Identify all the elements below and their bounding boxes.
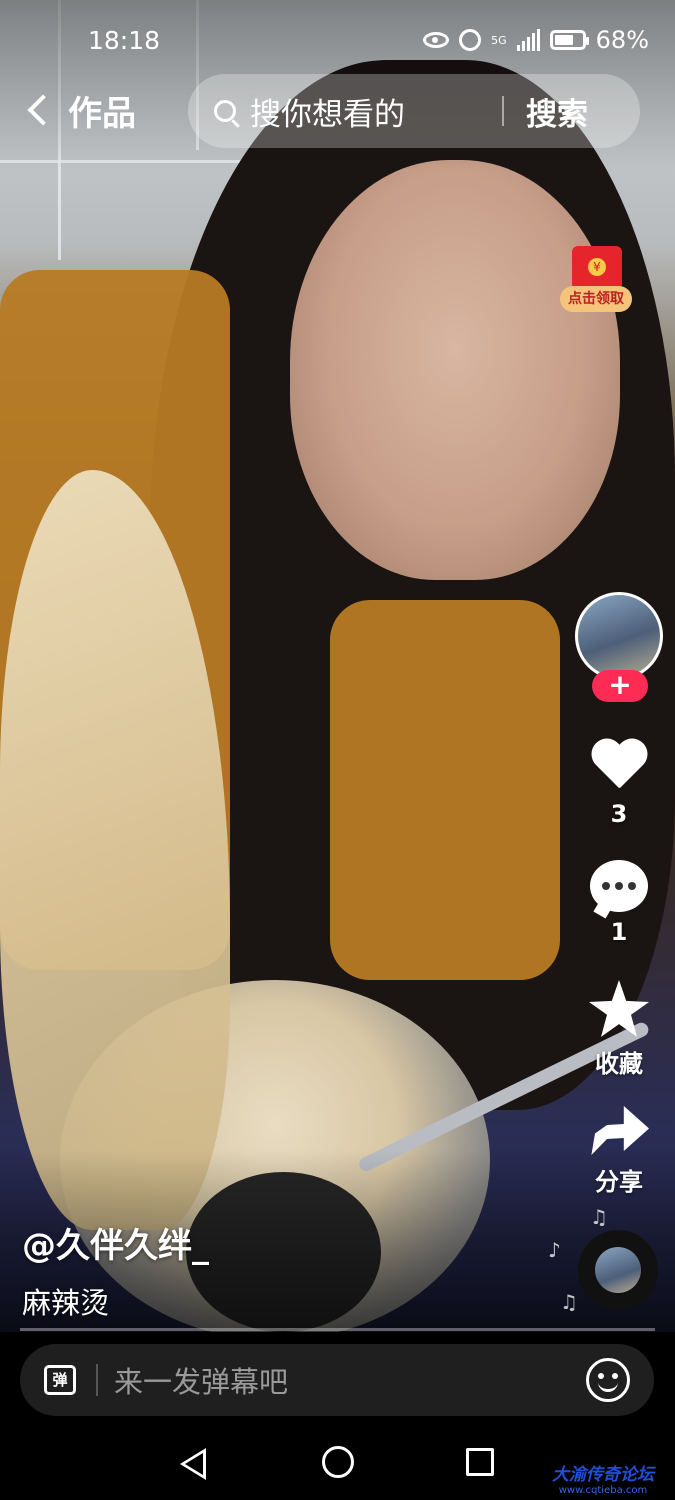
battery-percent: 68%	[595, 26, 649, 54]
signal-icon	[516, 29, 540, 51]
like-count: 3	[610, 800, 628, 828]
author-name[interactable]: @久伴久绊_	[22, 1218, 209, 1267]
follow-button[interactable]: +	[592, 670, 648, 702]
status-bar: 18:18 5G 68%	[0, 0, 675, 80]
red-envelope-button[interactable]: ¥ 点击领取	[560, 246, 632, 316]
nav-back-icon[interactable]	[180, 1448, 206, 1480]
danmaku-toggle-icon[interactable]: 弹	[44, 1365, 76, 1395]
search-input[interactable]: 搜你想看的	[250, 89, 500, 134]
face	[290, 160, 620, 580]
watermark-title: 大渝传奇论坛	[552, 1465, 654, 1485]
nav-recents-icon[interactable]	[466, 1448, 494, 1476]
chevron-left-icon	[27, 94, 59, 126]
music-note-icon: ♪	[548, 1238, 561, 1262]
music-note-icon: ♫	[590, 1205, 608, 1229]
comment-icon	[590, 860, 648, 912]
favorite-button[interactable]: 收藏	[570, 980, 668, 1079]
emoji-icon[interactable]	[586, 1358, 630, 1402]
avatar[interactable]	[575, 592, 663, 680]
video-description: 麻辣烫	[22, 1286, 110, 1320]
back-label: 作品	[68, 93, 136, 134]
music-cover	[595, 1247, 641, 1293]
alarm-icon	[459, 29, 482, 51]
sweater	[330, 600, 560, 980]
battery-icon	[549, 30, 589, 50]
watermark-url: www.cqtieba.com	[558, 1485, 648, 1496]
search-divider	[502, 96, 504, 126]
nav-home-icon[interactable]	[322, 1446, 354, 1478]
share-icon	[591, 1106, 649, 1155]
claim-label: 点击领取	[560, 286, 632, 312]
back-button[interactable]: 作品	[22, 82, 136, 138]
favorite-label: 收藏	[595, 1050, 643, 1078]
coin-icon: ¥	[588, 258, 606, 276]
comment-count: 1	[610, 918, 628, 946]
share-label: 分享	[595, 1168, 643, 1196]
status-time: 18:18	[88, 26, 161, 55]
watermark: 大渝传奇论坛 www.cqtieba.com	[552, 1460, 654, 1496]
search-button[interactable]: 搜索	[526, 89, 588, 134]
eye-icon	[423, 32, 450, 48]
danmaku-bar[interactable]: 弹 来一发弹幕吧	[20, 1344, 654, 1416]
danmaku-input[interactable]: 来一发弹幕吧	[114, 1359, 586, 1401]
danmaku-divider	[96, 1364, 98, 1396]
search-icon	[214, 100, 236, 122]
progress-bar[interactable]	[20, 1328, 655, 1331]
star-icon	[589, 980, 649, 1037]
share-button[interactable]: 分享	[570, 1106, 668, 1197]
music-disc[interactable]	[578, 1230, 658, 1310]
comment-button[interactable]: 1	[570, 860, 668, 946]
music-note-icon: ♫	[560, 1290, 578, 1314]
heart-icon	[589, 740, 649, 794]
network-label: 5G	[491, 33, 507, 47]
search-bar[interactable]: 搜你想看的 搜索	[188, 74, 640, 148]
status-icons: 5G 68%	[423, 26, 649, 54]
like-button[interactable]: 3	[570, 740, 668, 828]
